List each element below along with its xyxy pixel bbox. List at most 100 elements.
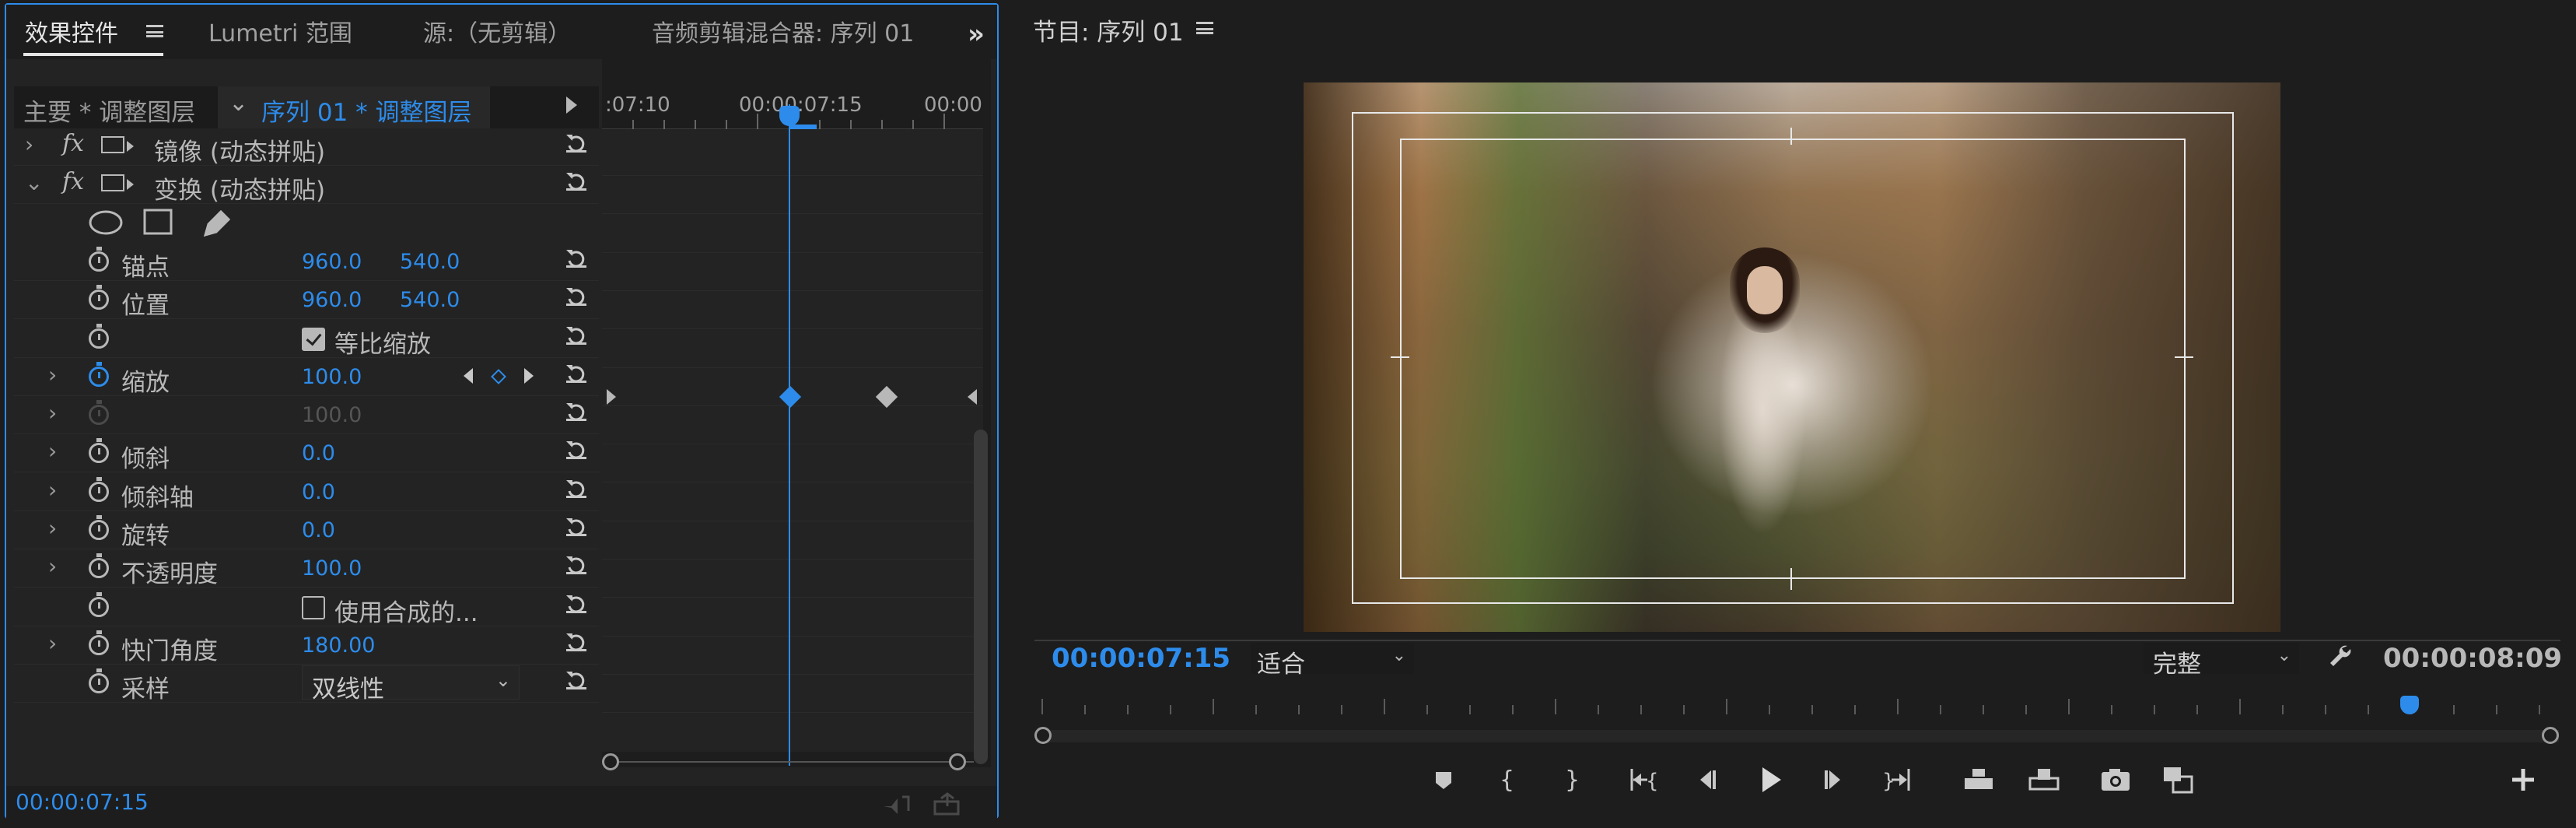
add-marker-icon[interactable] xyxy=(1426,763,1461,797)
video-frame[interactable] xyxy=(1304,82,2280,632)
insert-icon[interactable] xyxy=(1962,763,1996,797)
param-value-skew[interactable]: 0.0 xyxy=(302,441,335,465)
go-to-out-icon[interactable]: } xyxy=(1881,763,1915,797)
zoom-handle-left[interactable] xyxy=(602,753,619,770)
fx-toggle-icon[interactable]: fx xyxy=(62,168,84,195)
reset-icon[interactable] xyxy=(565,553,588,577)
sequence-clip-selector[interactable]: ⌄ 序列 01 * 调整图层 xyxy=(218,86,490,128)
stopwatch-icon[interactable] xyxy=(89,515,109,540)
param-value-opacity[interactable]: 100.0 xyxy=(302,556,362,581)
overwrite-icon[interactable] xyxy=(2027,763,2061,797)
filter-audio-icon[interactable] xyxy=(880,792,912,816)
play-icon[interactable] xyxy=(1753,763,1787,797)
monitor-scrub-bar[interactable] xyxy=(1042,730,2559,742)
stopwatch-icon[interactable] xyxy=(89,400,109,426)
expand-toggle-icon[interactable]: › xyxy=(48,477,57,503)
hamburger-icon[interactable] xyxy=(1196,22,1213,34)
export-icon[interactable] xyxy=(932,792,963,816)
scrub-handle-left[interactable] xyxy=(1034,727,1052,744)
step-back-icon[interactable] xyxy=(1689,763,1724,797)
mark-in-icon[interactable]: { xyxy=(1489,763,1523,797)
add-keyframe-icon[interactable] xyxy=(491,368,506,384)
tab-lumetri-scopes[interactable]: Lumetri 范围 xyxy=(208,14,352,48)
playhead-timecode[interactable]: 00:00:07:15 xyxy=(1052,643,1230,674)
prev-keyframe-icon[interactable] xyxy=(464,367,473,384)
vertical-scrollbar[interactable] xyxy=(974,430,988,764)
reset-icon[interactable] xyxy=(565,515,588,539)
playback-resolution-select[interactable]: 完整 ⌄ xyxy=(2144,643,2299,679)
expand-toggle-icon[interactable]: › xyxy=(48,630,57,656)
rect-mask-icon[interactable] xyxy=(143,209,173,235)
tab-source[interactable]: 源:（无剪辑） xyxy=(423,14,571,48)
stopwatch-icon[interactable] xyxy=(89,323,109,349)
next-keyframe-icon[interactable] xyxy=(524,367,534,384)
scrub-handle-right[interactable] xyxy=(2542,727,2559,744)
reset-icon[interactable] xyxy=(565,170,588,193)
monitor-time-ruler[interactable] xyxy=(1034,694,2559,717)
stopwatch-icon[interactable] xyxy=(89,246,109,272)
effect-timeline[interactable]: :07:10 00:00:07:15 00:00 xyxy=(602,59,991,770)
expand-toggle-icon[interactable]: › xyxy=(48,515,57,541)
checkbox-uniform[interactable] xyxy=(302,327,325,351)
param-value-x[interactable]: 960.0 xyxy=(302,288,362,312)
hamburger-icon[interactable] xyxy=(146,25,163,37)
expand-toggle-icon[interactable]: ⌄ xyxy=(25,170,43,195)
stopwatch-icon[interactable] xyxy=(89,591,109,617)
param-value-y[interactable]: 540.0 xyxy=(400,288,460,312)
param-value-skew_axis[interactable]: 0.0 xyxy=(302,480,335,504)
expand-toggle-icon[interactable]: › xyxy=(48,553,57,579)
reset-icon[interactable] xyxy=(565,477,588,500)
zoom-handle-right[interactable] xyxy=(949,753,966,770)
param-value-x[interactable]: 960.0 xyxy=(302,250,362,274)
reset-icon[interactable] xyxy=(565,247,588,270)
wrench-icon[interactable] xyxy=(2327,643,2354,671)
stopwatch-icon[interactable] xyxy=(89,630,109,655)
param-value-rotation[interactable]: 0.0 xyxy=(302,518,335,542)
timeline-zoom-scrollbar[interactable] xyxy=(611,761,974,763)
param-value-scale_w[interactable]: 100.0 xyxy=(302,403,362,427)
param-value-shutter[interactable]: 180.00 xyxy=(302,633,375,658)
reset-icon[interactable] xyxy=(565,132,588,155)
step-forward-icon[interactable] xyxy=(1817,763,1851,797)
plus-icon[interactable] xyxy=(2506,763,2540,797)
play-only-clip-audio-icon[interactable] xyxy=(566,96,577,114)
chevron-right-icon[interactable]: » xyxy=(968,19,985,50)
export-frame-icon[interactable] xyxy=(2098,763,2133,797)
sampling-select[interactable]: 双线性 ⌄ xyxy=(302,665,520,703)
tab-audio-clip-mixer[interactable]: 音频剪辑混合器: 序列 01 xyxy=(652,14,914,48)
stopwatch-icon[interactable] xyxy=(89,668,109,694)
stopwatch-icon[interactable] xyxy=(89,553,109,579)
reset-icon[interactable] xyxy=(565,285,588,308)
compare-icon[interactable] xyxy=(2161,763,2195,797)
expand-toggle-icon[interactable]: › xyxy=(48,438,57,464)
reset-icon[interactable] xyxy=(565,362,588,385)
keyframe-track-area[interactable] xyxy=(602,129,983,752)
param-value-y[interactable]: 540.0 xyxy=(400,250,460,274)
tab-effect-controls[interactable]: 效果控件 xyxy=(25,14,118,48)
reset-icon[interactable] xyxy=(565,630,588,654)
checkbox-use_comp[interactable] xyxy=(302,595,325,619)
param-value-scale[interactable]: 100.0 xyxy=(302,365,362,389)
mark-out-icon[interactable]: } xyxy=(1554,763,1588,797)
current-time-display[interactable]: 00:00:07:15 xyxy=(16,789,149,815)
fx-toggle-icon[interactable]: fx xyxy=(62,130,84,157)
panel-title[interactable]: 节目: 序列 01 xyxy=(1033,12,1184,47)
monitor-playhead[interactable] xyxy=(2400,696,2419,714)
expand-toggle-icon[interactable]: › xyxy=(48,400,57,426)
expand-toggle-icon[interactable]: › xyxy=(25,132,33,157)
go-to-in-icon[interactable]: { xyxy=(1626,763,1660,797)
playhead-handle[interactable] xyxy=(779,106,800,126)
reset-icon[interactable] xyxy=(565,400,588,423)
reset-icon[interactable] xyxy=(565,324,588,347)
pen-icon[interactable] xyxy=(203,209,231,237)
expand-toggle-icon[interactable]: › xyxy=(48,362,57,388)
reset-icon[interactable] xyxy=(565,438,588,461)
stopwatch-icon[interactable] xyxy=(89,476,109,502)
reset-icon[interactable] xyxy=(565,668,588,692)
stopwatch-icon[interactable] xyxy=(89,361,109,387)
ellipse-mask-icon[interactable] xyxy=(89,210,123,235)
reset-icon[interactable] xyxy=(565,592,588,616)
master-clip-label[interactable]: 主要 * 调整图层 xyxy=(23,93,195,128)
stopwatch-icon[interactable] xyxy=(89,438,109,464)
zoom-level-select[interactable]: 适合 ⌄ xyxy=(1251,643,1414,679)
